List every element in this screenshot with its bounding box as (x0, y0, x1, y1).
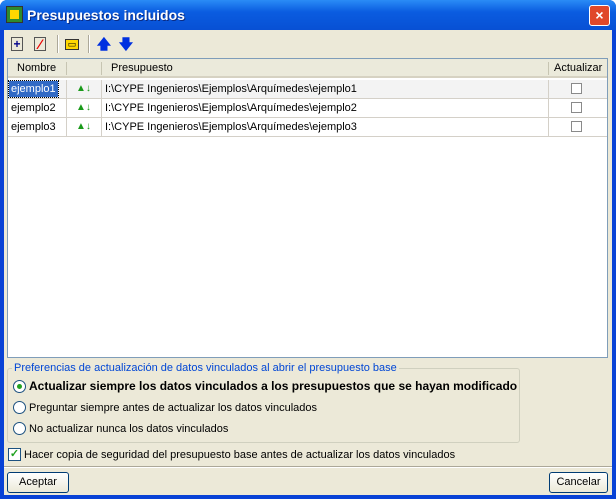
radio-never-update[interactable]: No actualizar nunca los datos vinculados (13, 422, 228, 435)
radio-icon[interactable] (13, 422, 26, 435)
radio-selected-icon[interactable] (13, 379, 26, 393)
close-button[interactable]: × (589, 5, 610, 26)
update-checkbox[interactable] (571, 102, 582, 113)
dialog-body: + ⁄ ▭ 🡅 🡇 Nombre Presupuesto Actualizar … (4, 30, 612, 495)
title-bar[interactable]: Presupuestos incluidos × (0, 0, 616, 30)
cancel-button[interactable]: Cancelar (549, 472, 608, 493)
table-row[interactable]: ejemplo2 ▲↓ I:\CYPE Ingenieros\Ejemplos\… (8, 99, 607, 118)
column-header-presupuesto[interactable]: Presupuesto (111, 62, 173, 74)
move-up-icon[interactable]: 🡅 (94, 34, 114, 54)
row-name[interactable]: ejemplo2 (11, 102, 56, 114)
table-row[interactable]: ejemplo3 ▲↓ I:\CYPE Ingenieros\Ejemplos\… (8, 118, 607, 137)
link-status-icon: ▲↓ (76, 102, 91, 113)
column-header-nombre[interactable]: Nombre (17, 62, 56, 74)
backup-checkbox[interactable]: ✓ (8, 448, 21, 461)
update-checkbox[interactable] (571, 83, 582, 94)
radio-ask-before-update[interactable]: Preguntar siempre antes de actualizar lo… (13, 401, 317, 414)
delete-budget-icon[interactable]: ⁄ (34, 37, 46, 51)
row-path: I:\CYPE Ingenieros\Ejemplos\Arquímedes\e… (105, 83, 357, 95)
accept-button[interactable]: Aceptar (7, 472, 69, 493)
toolbar-separator (88, 35, 90, 53)
radio-icon[interactable] (13, 401, 26, 414)
column-header-actualizar[interactable]: Actualizar (554, 62, 602, 74)
radio-label: No actualizar nunca los datos vinculados (29, 422, 229, 435)
table-row[interactable]: ejemplo1 ▲↓ I:\CYPE Ingenieros\Ejemplos\… (8, 80, 607, 99)
app-icon (6, 6, 23, 23)
radio-label: Preguntar siempre antes de actualizar lo… (29, 401, 317, 414)
row-path: I:\CYPE Ingenieros\Ejemplos\Arquímedes\e… (105, 102, 357, 114)
move-down-icon[interactable]: 🡇 (116, 34, 136, 54)
new-budget-icon[interactable]: + (11, 37, 23, 51)
update-checkbox[interactable] (571, 121, 582, 132)
update-preferences-group: Preferencias de actualización de datos v… (7, 362, 520, 443)
link-status-icon: ▲↓ (76, 83, 91, 94)
group-legend: Preferencias de actualización de datos v… (12, 362, 399, 374)
link-status-icon: ▲↓ (76, 121, 91, 132)
radio-always-update[interactable]: Actualizar siempre los datos vinculados … (13, 379, 517, 393)
row-name[interactable]: ejemplo1 (8, 80, 59, 98)
edit-budget-icon[interactable]: ▭ (65, 39, 79, 50)
radio-label: Actualizar siempre los datos vinculados … (29, 379, 518, 393)
row-name[interactable]: ejemplo3 (11, 121, 56, 133)
window-title: Presupuestos incluidos (27, 7, 185, 23)
toolbar-separator (57, 35, 59, 53)
row-path: I:\CYPE Ingenieros\Ejemplos\Arquímedes\e… (105, 121, 357, 133)
backup-label: Hacer copia de seguridad del presupuesto… (24, 448, 456, 461)
backup-checkbox-row[interactable]: ✓ Hacer copia de seguridad del presupues… (8, 448, 455, 461)
dialog-window: Presupuestos incluidos × + ⁄ ▭ 🡅 🡇 Nombr… (0, 0, 616, 499)
table-header: Nombre Presupuesto Actualizar (8, 59, 607, 78)
budgets-table: Nombre Presupuesto Actualizar ejemplo1 ▲… (7, 58, 608, 358)
